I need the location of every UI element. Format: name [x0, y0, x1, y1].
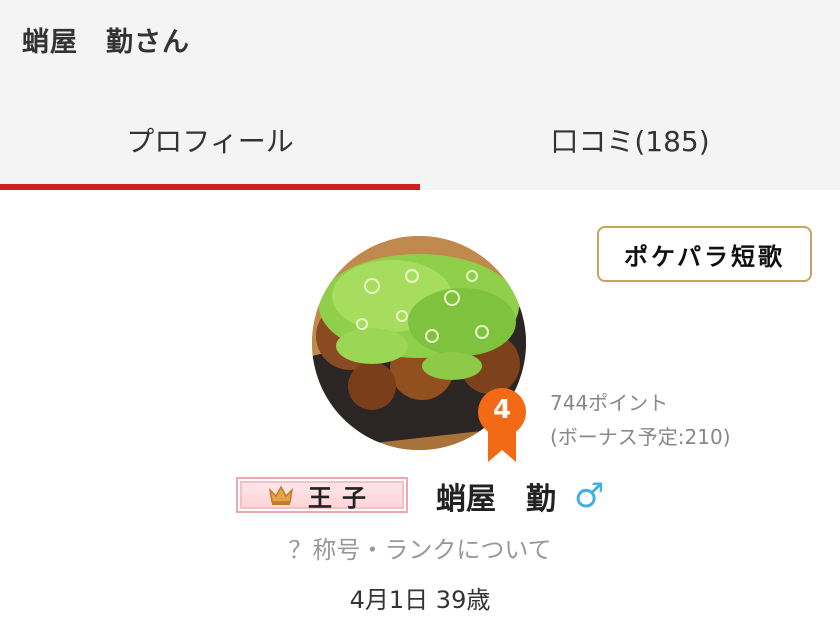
rank-help-link[interactable]: ？称号・ランクについて [0, 530, 840, 565]
points-bonus: (ボーナス予定:210) [550, 425, 731, 449]
user-name: 蛸屋 勤 [436, 482, 556, 517]
title-badge: 王子 [236, 477, 408, 513]
tab-profile[interactable]: プロフィール [0, 92, 420, 187]
points-info: 744ポイント (ボーナス予定:210) [550, 386, 731, 454]
rank-level: 4 [492, 395, 512, 425]
top-bar: 蛸屋 勤さん プロフィール 口コミ(185) [0, 0, 840, 190]
title-text: 王子 [308, 483, 376, 512]
page-title: 蛸屋 勤さん [22, 27, 190, 58]
points-total: 744ポイント [550, 391, 669, 415]
birthday-age: 4月1日 39歳 [349, 586, 491, 614]
rank-badge: 4 [472, 386, 532, 462]
male-icon: ♂ [574, 476, 605, 516]
tab-reviews[interactable]: 口コミ(185) [420, 92, 840, 187]
poke-para-tanka-button[interactable]: ポケパラ短歌 [597, 226, 812, 282]
crown-icon [268, 485, 294, 505]
active-tab-indicator [0, 184, 420, 190]
